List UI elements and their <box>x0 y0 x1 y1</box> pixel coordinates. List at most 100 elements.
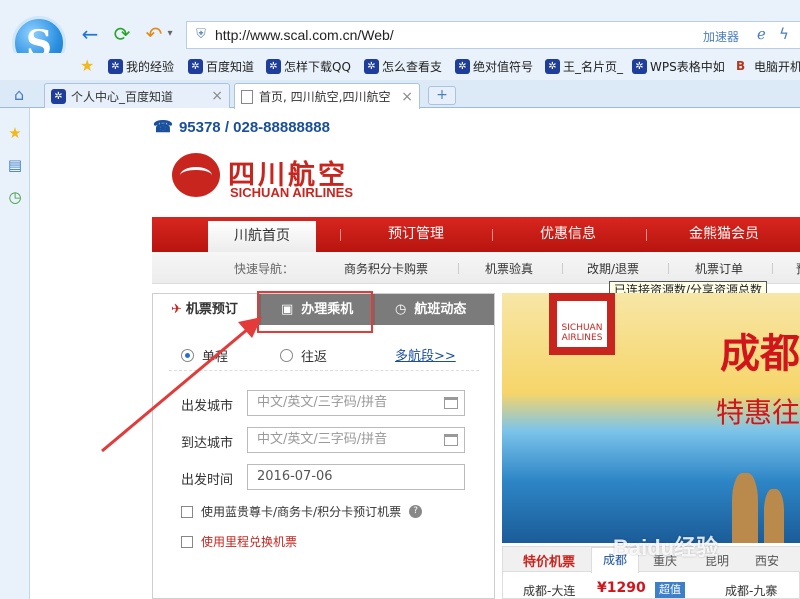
quick-nav-orders[interactable]: 机票订单 <box>695 260 743 277</box>
departure-city-placeholder: 中文/英文/三字码/拼音 <box>257 395 388 410</box>
miles-checkbox[interactable] <box>181 535 193 548</box>
bookmark-label: WPS表格中如 <box>650 60 725 74</box>
quick-nav-ticket-verify[interactable]: 机票验真 <box>485 260 533 277</box>
miles-label[interactable]: 使用里程兑换机票 <box>201 533 297 550</box>
multi-segment-link[interactable]: 多航段>> <box>395 345 456 364</box>
arrival-city-placeholder: 中文/英文/三字码/拼音 <box>257 432 388 447</box>
bookmark-item[interactable]: ✲ 怎么查看支 <box>364 58 442 75</box>
quick-nav-more[interactable]: 预 <box>796 260 800 277</box>
back-arrow-icon[interactable]: ← <box>78 22 102 46</box>
tab-flight-status[interactable]: ◷ 航班动态 <box>375 294 494 325</box>
close-icon[interactable]: × <box>211 88 223 104</box>
nav-panda-member[interactable]: 金熊猫会员 <box>660 217 788 252</box>
tab-ticket-booking[interactable]: ✈ 机票预订 <box>153 294 259 325</box>
bookmark-label: 电脑开机 <box>754 60 800 74</box>
phone-icon: ☎ <box>153 119 173 136</box>
fare-route[interactable]: 成都-大连 <box>523 582 575 599</box>
round-trip-radio[interactable] <box>280 349 294 362</box>
baidu-paw-icon: ✲ <box>266 59 281 74</box>
bookmark-item[interactable]: ✲ 王_名片页_ <box>545 58 623 75</box>
banner-logo-text: SICHUAN AIRLINES <box>557 301 607 347</box>
departure-date-value: 2016-07-06 <box>257 469 333 484</box>
departure-city-label: 出发城市 <box>181 399 234 414</box>
departure-city-input[interactable]: 中文/英文/三字码/拼音 <box>247 390 465 416</box>
tab-label: 首页, 四川航空,四川航空 <box>259 90 391 104</box>
nav-booking-management[interactable]: 预订管理 <box>352 217 480 252</box>
nav-divider <box>492 229 493 241</box>
bookmark-label: 王_名片页_ <box>563 60 624 74</box>
clock-icon: ◷ <box>395 302 407 317</box>
quick-nav-change-refund[interactable]: 改期/退票 <box>587 260 639 277</box>
favorites-star-icon[interactable]: ★ <box>80 56 94 75</box>
baidu-paw-icon: ✲ <box>51 88 66 104</box>
lightning-icon[interactable]: ϟ <box>779 25 789 43</box>
watermark-text: Baidu经验 <box>613 535 719 560</box>
card-booking-label: 使用蓝贵尊卡/商务卡/积分卡预订机票 <box>201 505 402 519</box>
bookmark-label: 百度知道 <box>206 60 255 74</box>
city-picker-icon[interactable] <box>444 397 458 409</box>
bookmark-item[interactable]: ✲ 怎样下载QQ <box>266 58 351 75</box>
new-tab-button[interactable]: + <box>428 86 456 105</box>
nav-divider <box>340 229 341 241</box>
bookmark-item[interactable]: ✲ 百度知道 <box>188 58 254 75</box>
clock-icon[interactable]: ◷ <box>6 188 24 206</box>
ie-mode-icon[interactable]: ℯ <box>757 25 766 43</box>
quick-nav-divider <box>458 263 459 274</box>
departure-date-label: 出发时间 <box>181 473 234 488</box>
undo-icon[interactable]: ↶ <box>142 22 166 46</box>
bookmark-item[interactable]: ✲ 绝对值符号 <box>455 58 533 75</box>
banner-title: 成都 <box>720 331 800 377</box>
fare-route[interactable]: 成都-九寨 <box>725 582 777 599</box>
close-icon[interactable]: × <box>401 89 413 105</box>
promo-banner[interactable]: SICHUAN AIRLINES 成都 特惠往 <box>502 293 800 543</box>
banner-subtitle: 特惠往 <box>716 396 800 429</box>
tab-label: 机票预订 <box>185 302 238 317</box>
home-icon[interactable]: ⌂ <box>14 85 24 104</box>
bookmark-label: 怎么查看支 <box>382 60 443 74</box>
city-picker-icon[interactable] <box>444 434 458 446</box>
quick-nav-label: 快速导航： <box>234 262 295 276</box>
quick-nav-divider <box>772 263 773 274</box>
star-icon[interactable]: ★ <box>6 124 24 142</box>
bookmark-item[interactable]: ✲ WPS表格中如 <box>632 58 725 75</box>
notebook-icon[interactable]: ▤ <box>6 156 24 174</box>
bookmark-item[interactable]: B 电脑开机 <box>736 58 800 75</box>
tab-baidu-zhidao[interactable]: ✲ 个人中心_百度知道 × <box>44 83 230 108</box>
accelerator-link[interactable]: 加速器 <box>703 28 739 45</box>
arrival-city-input[interactable]: 中文/英文/三字码/拼音 <box>247 427 465 453</box>
tab-sichuan-airlines[interactable]: 首页, 四川航空,四川航空 × <box>234 83 420 109</box>
main-nav: 川航首页 预订管理 优惠信息 金熊猫会员 <box>152 217 800 252</box>
quick-nav: 快速导航： 商务积分卡购票 机票验真 改期/退票 机票订单 预 <box>152 252 800 284</box>
tab-label: 个人中心_百度知道 <box>71 89 174 104</box>
address-url[interactable]: http://www.scal.com.cn/Web/ <box>215 27 394 43</box>
nav-promotions[interactable]: 优惠信息 <box>504 217 632 252</box>
bookmarks-bar: ★ ✲ 我的经验 ✲ 百度知道 ✲ 怎样下载QQ ✲ 怎么查看支 ✲ 绝对值符号 ✲ 王_名… <box>0 53 800 80</box>
banner-logo: SICHUAN AIRLINES <box>549 293 615 355</box>
airline-logo-icon[interactable] <box>172 153 220 197</box>
fare-badge: 超值 <box>655 582 685 598</box>
help-icon[interactable]: ? <box>409 505 423 518</box>
shield-icon: ⛨ <box>196 27 206 42</box>
one-way-radio[interactable] <box>181 349 194 362</box>
bookmark-item[interactable]: ✲ 我的经验 <box>108 58 174 75</box>
brand-name-en[interactable]: SICHUAN AIRLINES <box>230 185 353 200</box>
rock-stack-image <box>732 473 758 543</box>
baidu-paw-icon: ✲ <box>455 59 470 74</box>
card-booking-checkbox[interactable] <box>181 505 193 518</box>
bookmark-label: 绝对值符号 <box>473 60 534 74</box>
quick-nav-divider <box>562 263 563 274</box>
plane-icon: ✈ <box>171 302 182 317</box>
fare-tab-xian[interactable]: 西安 <box>755 552 779 569</box>
fare-price[interactable]: ¥1290 <box>597 580 646 596</box>
refresh-icon[interactable]: ⟳ <box>110 22 134 46</box>
departure-date-input[interactable]: 2016-07-06 <box>247 464 465 490</box>
address-bar[interactable]: ⛨ http://www.scal.com.cn/Web/ 加速器 ℯ ϟ <box>186 21 800 49</box>
nav-home[interactable]: 川航首页 <box>208 221 316 252</box>
baidu-paw-icon: ✲ <box>545 59 560 74</box>
tab-bar: ⌂ ✲ 个人中心_百度知道 × 首页, 四川航空,四川航空 × + <box>0 80 800 109</box>
quick-nav-card-purchase[interactable]: 商务积分卡购票 <box>344 260 428 277</box>
round-trip-label: 往返 <box>301 350 328 365</box>
annotation-highlight-box <box>257 291 373 333</box>
chevron-down-icon[interactable]: ▾ <box>164 22 176 46</box>
phone-number: 95378 / 028-88888888 <box>178 118 330 136</box>
